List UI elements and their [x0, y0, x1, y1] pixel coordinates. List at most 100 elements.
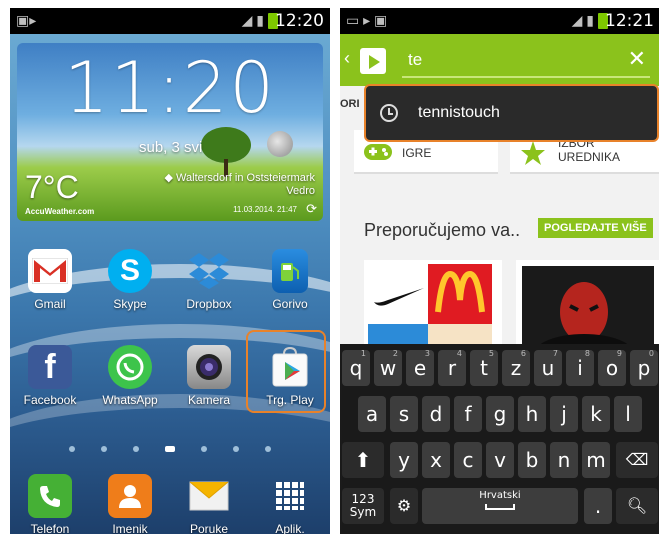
refresh-icon[interactable]: ⟳	[306, 201, 317, 217]
space-bar-icon	[485, 504, 515, 510]
page-dot[interactable]	[133, 445, 139, 452]
star-icon	[521, 141, 545, 165]
key-label: w	[379, 356, 397, 380]
symbols-key[interactable]: 123 Sym	[342, 488, 384, 524]
key-b[interactable]: b	[518, 442, 546, 478]
gamepad-icon	[364, 144, 392, 160]
key-label: z	[510, 356, 522, 380]
key-y[interactable]: y	[390, 442, 418, 478]
page-dot[interactable]	[201, 445, 207, 452]
app-label: Dropbox	[186, 297, 232, 311]
app-whatsapp[interactable]: WhatsApp	[95, 345, 165, 407]
widget-date: sub, 3 svi	[139, 139, 203, 156]
widget-condition: Vedro	[286, 185, 315, 197]
key-label: t	[480, 356, 488, 380]
key-u[interactable]: u7	[534, 349, 562, 386]
key-i[interactable]: i8	[566, 349, 594, 386]
key-a[interactable]: a	[358, 396, 386, 432]
clock-weather-widget[interactable]: 11:20 sub, 3 svi 7°C ◆ Waltersdorf in Os…	[17, 43, 323, 221]
key-c[interactable]: c	[454, 442, 482, 478]
key-o[interactable]: o9	[598, 349, 626, 386]
app-facebook[interactable]: f Facebook	[15, 345, 85, 407]
key-g[interactable]: g	[486, 396, 514, 432]
play-store-logo-icon[interactable]	[360, 48, 386, 74]
signal-icons: ◢ ▮	[241, 12, 264, 28]
key-h[interactable]: h	[518, 396, 546, 432]
app-skype[interactable]: S Skype	[95, 249, 165, 311]
search-underline	[402, 76, 650, 78]
dock-apps[interactable]: Aplik.	[255, 474, 325, 534]
shift-key[interactable]: ⬆	[342, 442, 384, 478]
app-gorivo[interactable]: Gorivo	[255, 249, 325, 311]
key-x[interactable]: x	[422, 442, 450, 478]
back-chevron-icon[interactable]: ‹	[344, 48, 350, 69]
key-r[interactable]: r4	[438, 349, 466, 386]
key-f[interactable]: f	[454, 396, 482, 432]
key-v[interactable]: v	[486, 442, 514, 478]
key-l[interactable]: l	[614, 396, 642, 432]
whatsapp-icon	[108, 345, 152, 389]
backspace-key[interactable]: ⌫	[616, 442, 658, 478]
key-q[interactable]: q1	[342, 349, 370, 386]
space-key[interactable]: Hrvatski	[422, 488, 578, 524]
page-dot[interactable]	[233, 445, 239, 452]
key-k[interactable]: k	[582, 396, 610, 432]
app-label: Gmail	[34, 297, 66, 311]
settings-key[interactable]: ⚙	[390, 488, 418, 524]
key-label: q	[349, 356, 363, 380]
key-p[interactable]: p0	[630, 349, 658, 386]
history-clock-icon	[380, 104, 398, 122]
page-dot-active[interactable]	[165, 445, 175, 452]
fuel-icon	[272, 249, 308, 293]
widget-clock: 11:20	[64, 47, 276, 129]
key-n[interactable]: n	[550, 442, 578, 478]
search-input[interactable]: te	[408, 50, 422, 70]
app-dropbox[interactable]: Dropbox	[174, 249, 244, 311]
dropbox-icon	[187, 249, 231, 293]
key-period[interactable]: .	[584, 488, 612, 524]
skype-icon: S	[108, 249, 152, 293]
widget-provider: AccuWeather.com	[25, 207, 95, 216]
key-label: e	[413, 356, 427, 380]
app-gmail[interactable]: Gmail	[15, 249, 85, 311]
key-j[interactable]: j	[550, 396, 578, 432]
play-store-highlight	[246, 330, 326, 413]
key-hint: 8	[584, 349, 590, 358]
nike-tile	[368, 264, 428, 324]
mcdonalds-tile	[428, 264, 492, 324]
key-e[interactable]: e3	[406, 349, 434, 386]
see-more-button[interactable]: POGLEDAJTE VIŠE	[538, 218, 653, 238]
app-label: Skype	[113, 297, 147, 311]
location-text: Waltersdorf in Oststeiermark	[176, 172, 315, 184]
dock-contacts[interactable]: Imenik	[95, 474, 165, 534]
key-hint: 0	[648, 349, 654, 358]
search-suggestion[interactable]: tennistouch	[364, 84, 659, 142]
search-key[interactable]: 🔍︎	[616, 488, 658, 524]
tab-partial[interactable]: ORI	[340, 98, 360, 110]
key-d[interactable]: d	[422, 396, 450, 432]
key-t[interactable]: t5	[470, 349, 498, 386]
key-w[interactable]: w2	[374, 349, 402, 386]
dock-phone[interactable]: Telefon	[15, 474, 85, 534]
key-label: i	[577, 356, 583, 380]
key-hint: 6	[520, 349, 526, 358]
phone-icon	[28, 474, 72, 518]
key-hint: 4	[456, 349, 462, 358]
key-hint: 1	[360, 349, 366, 358]
key-z[interactable]: z6	[502, 349, 530, 386]
app-kamera[interactable]: Kamera	[174, 345, 244, 407]
key-m[interactable]: m	[582, 442, 610, 478]
app-label: Imenik	[112, 522, 148, 534]
status-bar: ▣▸ ◢ ▮ 12:20	[10, 8, 330, 34]
clear-search-icon[interactable]: ✕	[628, 46, 646, 72]
recommended-title: Preporučujemo va..	[364, 220, 521, 240]
page-dot[interactable]	[265, 445, 271, 452]
key-s[interactable]: s	[390, 396, 418, 432]
page-dot[interactable]	[69, 445, 75, 452]
page-indicator[interactable]	[10, 440, 330, 458]
app-label: WhatsApp	[102, 393, 158, 407]
status-time: 12:20	[275, 11, 324, 31]
page-dot[interactable]	[101, 445, 107, 452]
dock-messages[interactable]: Poruke	[174, 474, 244, 534]
movie-poster	[522, 266, 654, 356]
